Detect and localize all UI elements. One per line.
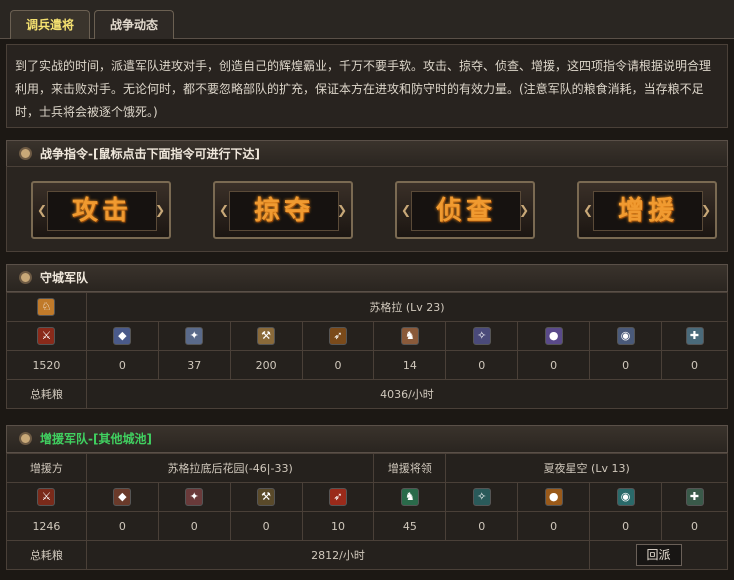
scout-button[interactable]: ❮ 侦查 ❯ (395, 181, 535, 239)
command-panel-title: 战争指令-[鼠标点击下面指令可进行下达] (40, 147, 260, 161)
orb-unit-icon[interactable]: ● (544, 327, 563, 345)
defense-hero-row: ♘ 苏格拉 (Lv 23) (6, 292, 729, 322)
unit-count: 0 (445, 511, 519, 541)
bullet-icon (19, 432, 32, 445)
spear-soldier-icon[interactable]: ⚔ (37, 327, 56, 345)
unit-count: 200 (229, 350, 303, 380)
reinforce-leader-value: 夏夜星空 (Lv 13) (445, 453, 728, 483)
reinforce-food-row: 总耗粮 2812/小时 回派 (6, 540, 728, 570)
unit-count: 0 (85, 511, 159, 541)
scout-unit-icon[interactable]: ◉ (616, 327, 635, 345)
unit-count: 0 (301, 350, 375, 380)
bracket-left-icon: ❮ (401, 203, 412, 217)
archer-icon[interactable]: ➶ (329, 488, 347, 506)
siege-unit-icon[interactable]: ✚ (685, 488, 704, 506)
unit-count: 45 (373, 511, 447, 541)
unit-count: 1246 (6, 511, 87, 541)
bracket-right-icon: ❯ (336, 203, 347, 217)
archer-icon[interactable]: ➶ (329, 327, 347, 345)
unit-count: 1520 (6, 350, 87, 380)
unit-count: 37 (157, 350, 231, 380)
reinforce-panel-title: 增援军队-[其他城池] (40, 432, 152, 446)
attack-label: 攻击 (47, 191, 157, 231)
command-panel-header: 战争指令-[鼠标点击下面指令可进行下达] (6, 140, 728, 168)
orb-unit-icon[interactable]: ● (544, 488, 563, 506)
reinforce-leader-label: 增援将领 (373, 453, 447, 483)
siege-unit-icon[interactable]: ✚ (685, 327, 704, 345)
reinforce-food-label: 总耗粮 (6, 540, 87, 570)
sword-soldier-icon[interactable]: ✦ (185, 327, 204, 345)
bracket-left-icon: ❮ (219, 203, 230, 217)
bracket-left-icon: ❮ (37, 203, 48, 217)
hero-portrait-icon[interactable]: ♘ (37, 298, 56, 316)
knight-icon[interactable]: ♞ (400, 488, 419, 506)
unit-count: 0 (85, 350, 159, 380)
unit-count: 0 (589, 511, 663, 541)
defense-hero-name: 苏格拉 (Lv 23) (85, 292, 729, 322)
defense-panel-header: 守城军队 (6, 264, 728, 292)
tab-bar: 调兵遣将 战争动态 (0, 0, 734, 39)
bracket-right-icon: ❯ (700, 203, 711, 217)
knight-icon[interactable]: ♞ (400, 327, 419, 345)
plunder-button[interactable]: ❮ 掠夺 ❯ (213, 181, 353, 239)
tab-war-news[interactable]: 战争动态 (94, 10, 174, 39)
unit-count: 14 (373, 350, 447, 380)
unit-count: 0 (229, 511, 303, 541)
intro-text: 到了实战的时间，派遣军队进攻对手，创造自己的辉煌霸业，千万不要手软。攻击、掠夺、… (6, 44, 728, 128)
attack-button[interactable]: ❮ 攻击 ❯ (31, 181, 171, 239)
defense-food-label: 总耗粮 (6, 379, 87, 409)
unit-count: 0 (517, 350, 591, 380)
reinforce-from-label: 增援方 (6, 453, 87, 483)
unit-count: 0 (157, 511, 231, 541)
defense-food-row: 总耗粮 4036/小时 (6, 379, 729, 409)
spear-soldier-icon[interactable]: ⚔ (37, 488, 56, 506)
mage-icon[interactable]: ✧ (472, 488, 491, 506)
unit-count: 0 (589, 350, 663, 380)
defense-food-value: 4036/小时 (85, 379, 729, 409)
plunder-label: 掠夺 (229, 191, 339, 231)
command-area: ❮ 攻击 ❯ ❮ 掠夺 ❯ ❮ 侦查 ❯ ❮ 增援 ❯ (6, 166, 728, 252)
bracket-right-icon: ❯ (518, 203, 529, 217)
mage-icon[interactable]: ✧ (472, 327, 491, 345)
shield-soldier-icon[interactable]: ◆ (113, 327, 132, 345)
unit-count: 0 (661, 511, 728, 541)
scout-unit-icon[interactable]: ◉ (616, 488, 635, 506)
defense-panel-title: 守城军队 (40, 271, 89, 285)
reinforce-food-value: 2812/小时 (85, 540, 591, 570)
axe-soldier-icon[interactable]: ⚒ (257, 327, 276, 345)
bullet-icon (19, 147, 32, 160)
bracket-right-icon: ❯ (154, 203, 165, 217)
unit-count: 0 (661, 350, 728, 380)
shield-soldier-icon[interactable]: ◆ (113, 488, 132, 506)
reinforce-table: 增援方 苏格拉底后花园(-46|-33) 增援将领 夏夜星空 (Lv 13) ⚔… (6, 453, 728, 570)
defense-unit-count-row: 1520 0 37 200 0 14 0 0 0 0 (6, 350, 728, 380)
reinforce-button[interactable]: ❮ 增援 ❯ (577, 181, 717, 239)
tab-dispatch-troops[interactable]: 调兵遣将 (10, 10, 90, 39)
axe-soldier-icon[interactable]: ⚒ (257, 488, 276, 506)
reinforce-panel-header: 增援军队-[其他城池] (6, 425, 728, 453)
bracket-left-icon: ❮ (583, 203, 594, 217)
scout-label: 侦查 (411, 191, 521, 231)
reinforce-unit-count-row: 1246 0 0 0 10 45 0 0 0 0 (6, 511, 728, 541)
reinforce-from-value: 苏格拉底后花园(-46|-33) (85, 453, 375, 483)
unit-count: 10 (301, 511, 375, 541)
reinforce-info-row: 增援方 苏格拉底后花园(-46|-33) 增援将领 夏夜星空 (Lv 13) (6, 453, 728, 483)
unit-count: 0 (517, 511, 591, 541)
reinforce-label: 增援 (593, 191, 703, 231)
sword-soldier-icon[interactable]: ✦ (185, 488, 204, 506)
recall-button[interactable]: 回派 (635, 544, 682, 566)
defense-unit-icon-row: ⚔ ◆ ✦ ⚒ ➶ ♞ ✧ ● ◉ ✚ (6, 321, 728, 351)
reinforce-unit-icon-row: ⚔ ◆ ✦ ⚒ ➶ ♞ ✧ ● ◉ ✚ (6, 482, 728, 512)
unit-count: 0 (445, 350, 519, 380)
bullet-icon (19, 271, 32, 284)
defense-table: ♘ 苏格拉 (Lv 23) ⚔ ◆ ✦ ⚒ ➶ ♞ ✧ ● ◉ ✚ 1520 0 37 200 0 14 0 0… (6, 292, 729, 409)
